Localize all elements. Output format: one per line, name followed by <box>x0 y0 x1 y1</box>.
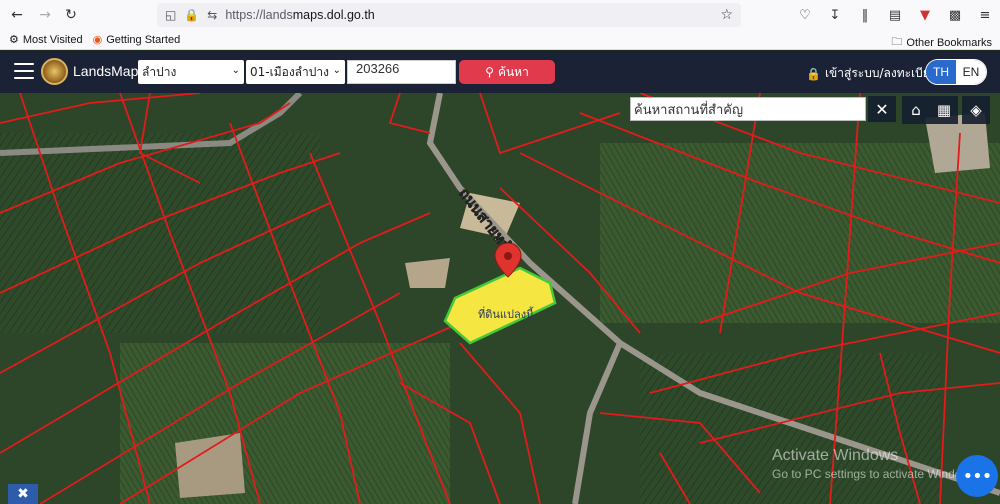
home-icon[interactable]: ⌂ <box>902 96 930 124</box>
close-icon[interactable]: ✕ <box>868 96 896 122</box>
search-button[interactable]: ⚲ ค้นหา <box>459 60 555 84</box>
folder-icon: 🗀 <box>891 36 903 48</box>
bare-land <box>175 433 245 498</box>
app-title: LandsMaps <box>73 63 146 79</box>
gear-icon: ⚙ <box>9 34 19 46</box>
login-link[interactable]: 🔒 เข้าสู่ระบบ/ลงทะเบียน <box>806 64 938 83</box>
chevron-down-icon: ⌄ <box>332 65 341 76</box>
sidebar-icon[interactable]: ▤ <box>884 3 906 27</box>
windows-watermark: Activate Windows Go to PC settings to ac… <box>772 447 979 481</box>
library-icon[interactable]: ‖ <box>854 3 876 27</box>
login-label: เข้าสู่ระบบ/ลงทะเบียน <box>824 66 939 80</box>
url-domain: maps.dol.go.th <box>292 8 375 22</box>
map-canvas[interactable]: ที่ดินแปลงนี้ ถนนสายหลัก ค้นหาสถานที่สำค… <box>0 93 1000 504</box>
district-select[interactable]: 01-เมืองลำปาง ⌄ <box>246 60 345 84</box>
bookmark-star-icon[interactable]: ☆ <box>720 7 733 23</box>
watermark-line2: Go to PC settings to activate Windows. <box>772 467 980 481</box>
language-toggle[interactable]: TH EN <box>925 59 987 85</box>
lock-icon[interactable]: 🔒 <box>184 8 199 22</box>
province-value: ลำปาง <box>142 64 177 79</box>
field-area <box>640 353 940 504</box>
address-bar[interactable]: ◱ 🔒 ⇆ https://landsmaps.dol.go.th ☆ <box>157 3 741 27</box>
bare-land <box>405 258 450 288</box>
firefox-icon: ◉ <box>92 34 103 46</box>
download-icon[interactable]: ↧ <box>824 3 846 27</box>
bookmarks-bar: ⚙ Most Visited ◉ Getting Started 🗀 Other Bo… <box>0 30 1000 50</box>
bookmark-label: Most Visited <box>22 33 83 46</box>
lock-icon: 🔒 <box>806 66 821 81</box>
measure-tool-icon[interactable]: ✖ <box>8 484 38 504</box>
parcel-label: ที่ดินแปลงนี้ <box>478 306 534 321</box>
url-prefix: https://lands <box>225 8 293 22</box>
bookmark-getting-started[interactable]: ◉ Getting Started <box>92 33 181 47</box>
shield-icon[interactable]: ◱ <box>165 8 176 22</box>
other-bookmarks-label: Other Bookmarks <box>906 36 992 49</box>
bookmark-most-visited[interactable]: ⚙ Most Visited <box>9 33 83 47</box>
search-icon: ⚲ <box>485 65 494 79</box>
menu-icon[interactable] <box>14 63 34 79</box>
lang-th[interactable]: TH <box>926 60 956 84</box>
lang-en[interactable]: EN <box>956 60 986 84</box>
url-text[interactable]: https://landsmaps.dol.go.th <box>225 8 374 22</box>
reload-icon[interactable]: ↻ <box>58 2 84 28</box>
province-select[interactable]: ลำปาง ⌄ <box>138 60 244 84</box>
more-options-button[interactable]: ••• <box>956 455 998 497</box>
satellite-map[interactable]: ที่ดินแปลงนี้ ถนนสายหลัก <box>0 93 1000 504</box>
watermark-line1: Activate Windows <box>772 447 899 464</box>
grid-icon[interactable]: ▦ <box>930 96 958 124</box>
other-bookmarks[interactable]: 🗀 Other Bookmarks <box>891 33 992 52</box>
field-area <box>120 343 450 504</box>
chevron-down-icon: ⌄ <box>231 65 240 76</box>
permissions-icon[interactable]: ⇆ <box>207 8 217 22</box>
place-search-input[interactable]: ค้นหาสถานที่สำคัญ <box>630 97 866 121</box>
back-icon[interactable]: ← <box>4 2 30 28</box>
extension-icon[interactable]: ▼ <box>914 3 936 27</box>
parcel-number-input[interactable]: 203266 <box>347 60 456 84</box>
app-header: LandsMaps ลำปาง ⌄ 01-เมืองลำปาง ⌄ 203266 ⚲… <box>0 51 1000 93</box>
menu-icon[interactable]: ≡ <box>974 3 996 27</box>
extensions-puzzle-icon[interactable]: ▩ <box>944 3 966 27</box>
browser-toolbar: ← → ↻ ◱ 🔒 ⇆ https://landsmaps.dol.go.th … <box>0 0 1000 30</box>
layers-icon[interactable]: ◈ <box>962 96 990 124</box>
search-button-label: ค้นหา <box>497 64 529 79</box>
district-value: 01-เมืองลำปาง <box>250 64 329 79</box>
pocket-icon[interactable]: ♡ <box>794 3 816 27</box>
forward-icon[interactable]: → <box>32 2 58 28</box>
bookmark-label: Getting Started <box>106 33 181 46</box>
dol-logo <box>41 58 68 85</box>
